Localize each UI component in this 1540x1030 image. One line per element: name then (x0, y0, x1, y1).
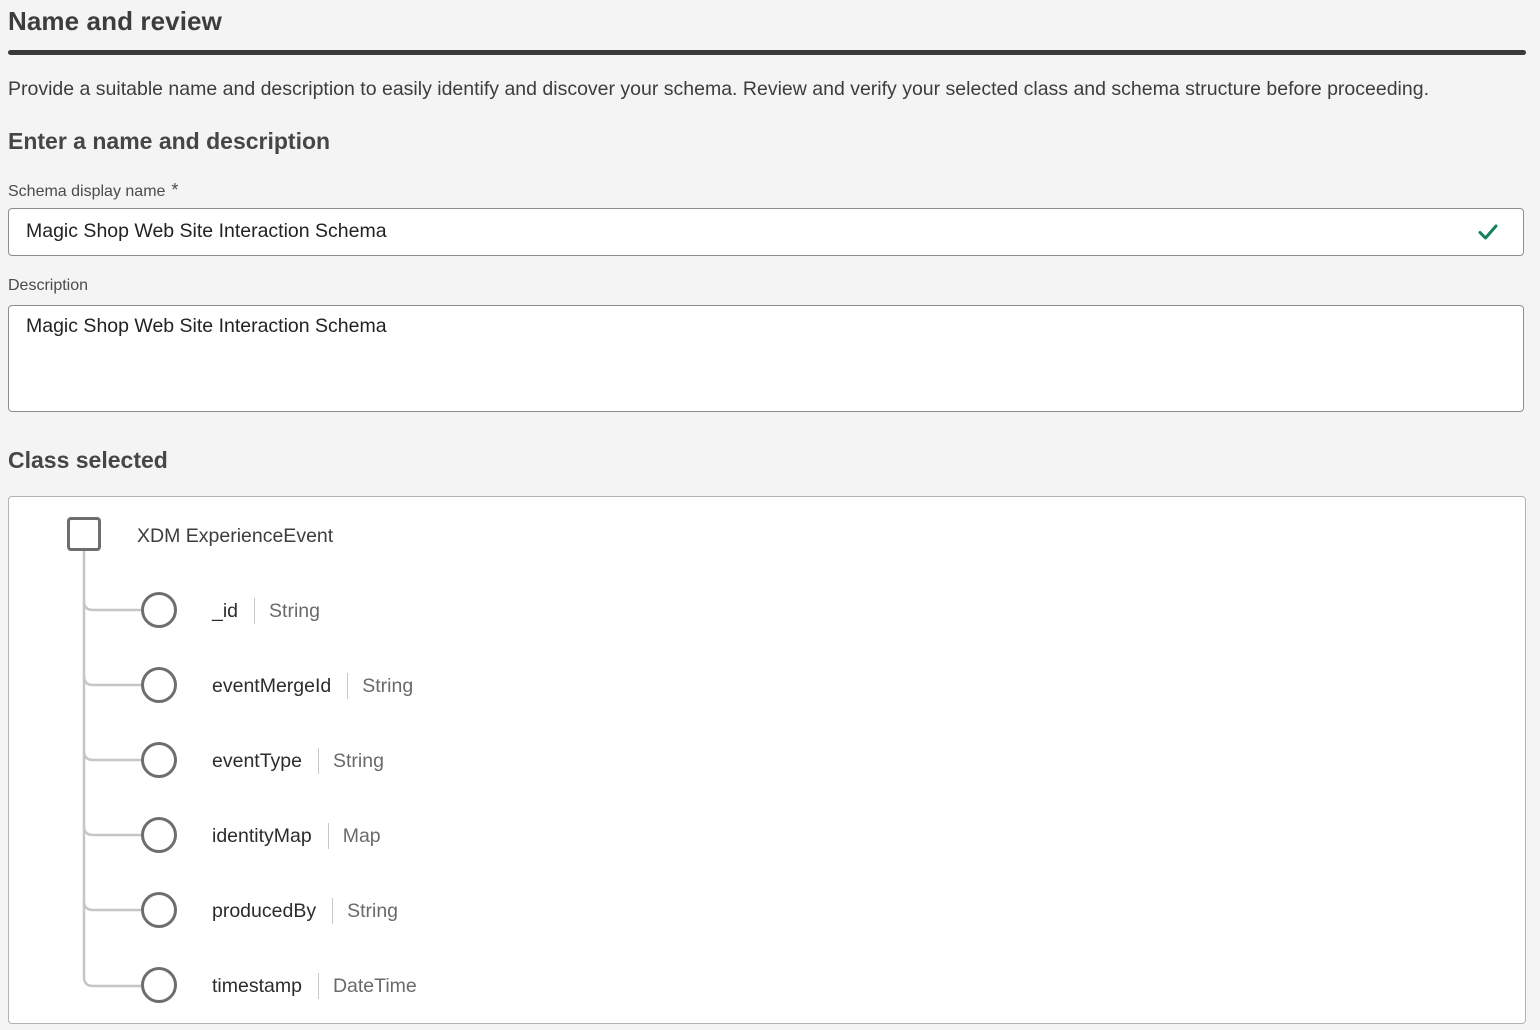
description-label: Description (8, 277, 89, 294)
display-name-field[interactable]: Magic Shop Web Site Interaction Schema (8, 208, 1524, 256)
title-divider (8, 50, 1526, 55)
class-section-heading: Class selected (8, 447, 168, 473)
field-row: eventMergeId String (212, 672, 413, 700)
checkmark-icon (1478, 224, 1498, 240)
description-value: Magic Shop Web Site Interaction Schema (26, 315, 387, 337)
field-node-circle[interactable] (141, 667, 177, 703)
field-type: String (269, 599, 320, 622)
field-type: Map (342, 824, 381, 847)
tree-branch-line (82, 600, 141, 612)
field-separator (347, 673, 349, 699)
field-separator (317, 973, 319, 999)
field-name: identityMap (212, 824, 312, 847)
class-name: XDM ExperienceEvent (137, 525, 334, 547)
page-title: Name and review (8, 6, 222, 36)
field-separator (327, 823, 329, 849)
field-type: DateTime (332, 974, 417, 997)
field-type: String (347, 899, 399, 922)
class-root-node[interactable] (67, 517, 101, 551)
field-name: producedBy (212, 899, 317, 922)
field-name: eventType (212, 749, 302, 772)
field-row: identityMap Map (212, 822, 381, 850)
field-separator (254, 598, 256, 624)
tree-branch-line (82, 750, 141, 762)
field-row: eventType String (212, 747, 384, 775)
field-node-circle[interactable] (141, 817, 177, 853)
description-field[interactable]: Magic Shop Web Site Interaction Schema (8, 305, 1524, 412)
tree-branch-line (82, 675, 141, 687)
display-name-label-text: Schema display name (8, 183, 166, 200)
field-type: String (362, 674, 414, 697)
field-separator (332, 898, 334, 924)
field-node-circle[interactable] (141, 967, 177, 1003)
tree-trunk-line (82, 551, 141, 988)
field-row: _id String (212, 597, 320, 625)
class-structure-panel: XDM ExperienceEvent _id String eventMerg… (8, 496, 1526, 1024)
field-node-circle[interactable] (141, 742, 177, 778)
field-name: timestamp (212, 974, 302, 997)
name-section-heading: Enter a name and description (8, 128, 331, 154)
required-marker: * (171, 180, 179, 200)
field-type: String (332, 749, 384, 772)
tree-connectors (82, 551, 141, 988)
field-row: timestamp DateTime (212, 972, 417, 1000)
display-name-label: Schema display name * (8, 180, 178, 201)
intro-text: Provide a suitable name and description … (8, 78, 1429, 100)
field-name: eventMergeId (212, 674, 332, 697)
display-name-value: Magic Shop Web Site Interaction Schema (26, 220, 387, 242)
field-node-circle[interactable] (141, 592, 177, 628)
tree-branch-line (82, 825, 141, 837)
field-node-circle[interactable] (141, 892, 177, 928)
field-row: producedBy String (212, 897, 398, 925)
field-separator (317, 748, 319, 774)
field-name: _id (212, 599, 239, 622)
tree-branch-line (82, 900, 141, 912)
